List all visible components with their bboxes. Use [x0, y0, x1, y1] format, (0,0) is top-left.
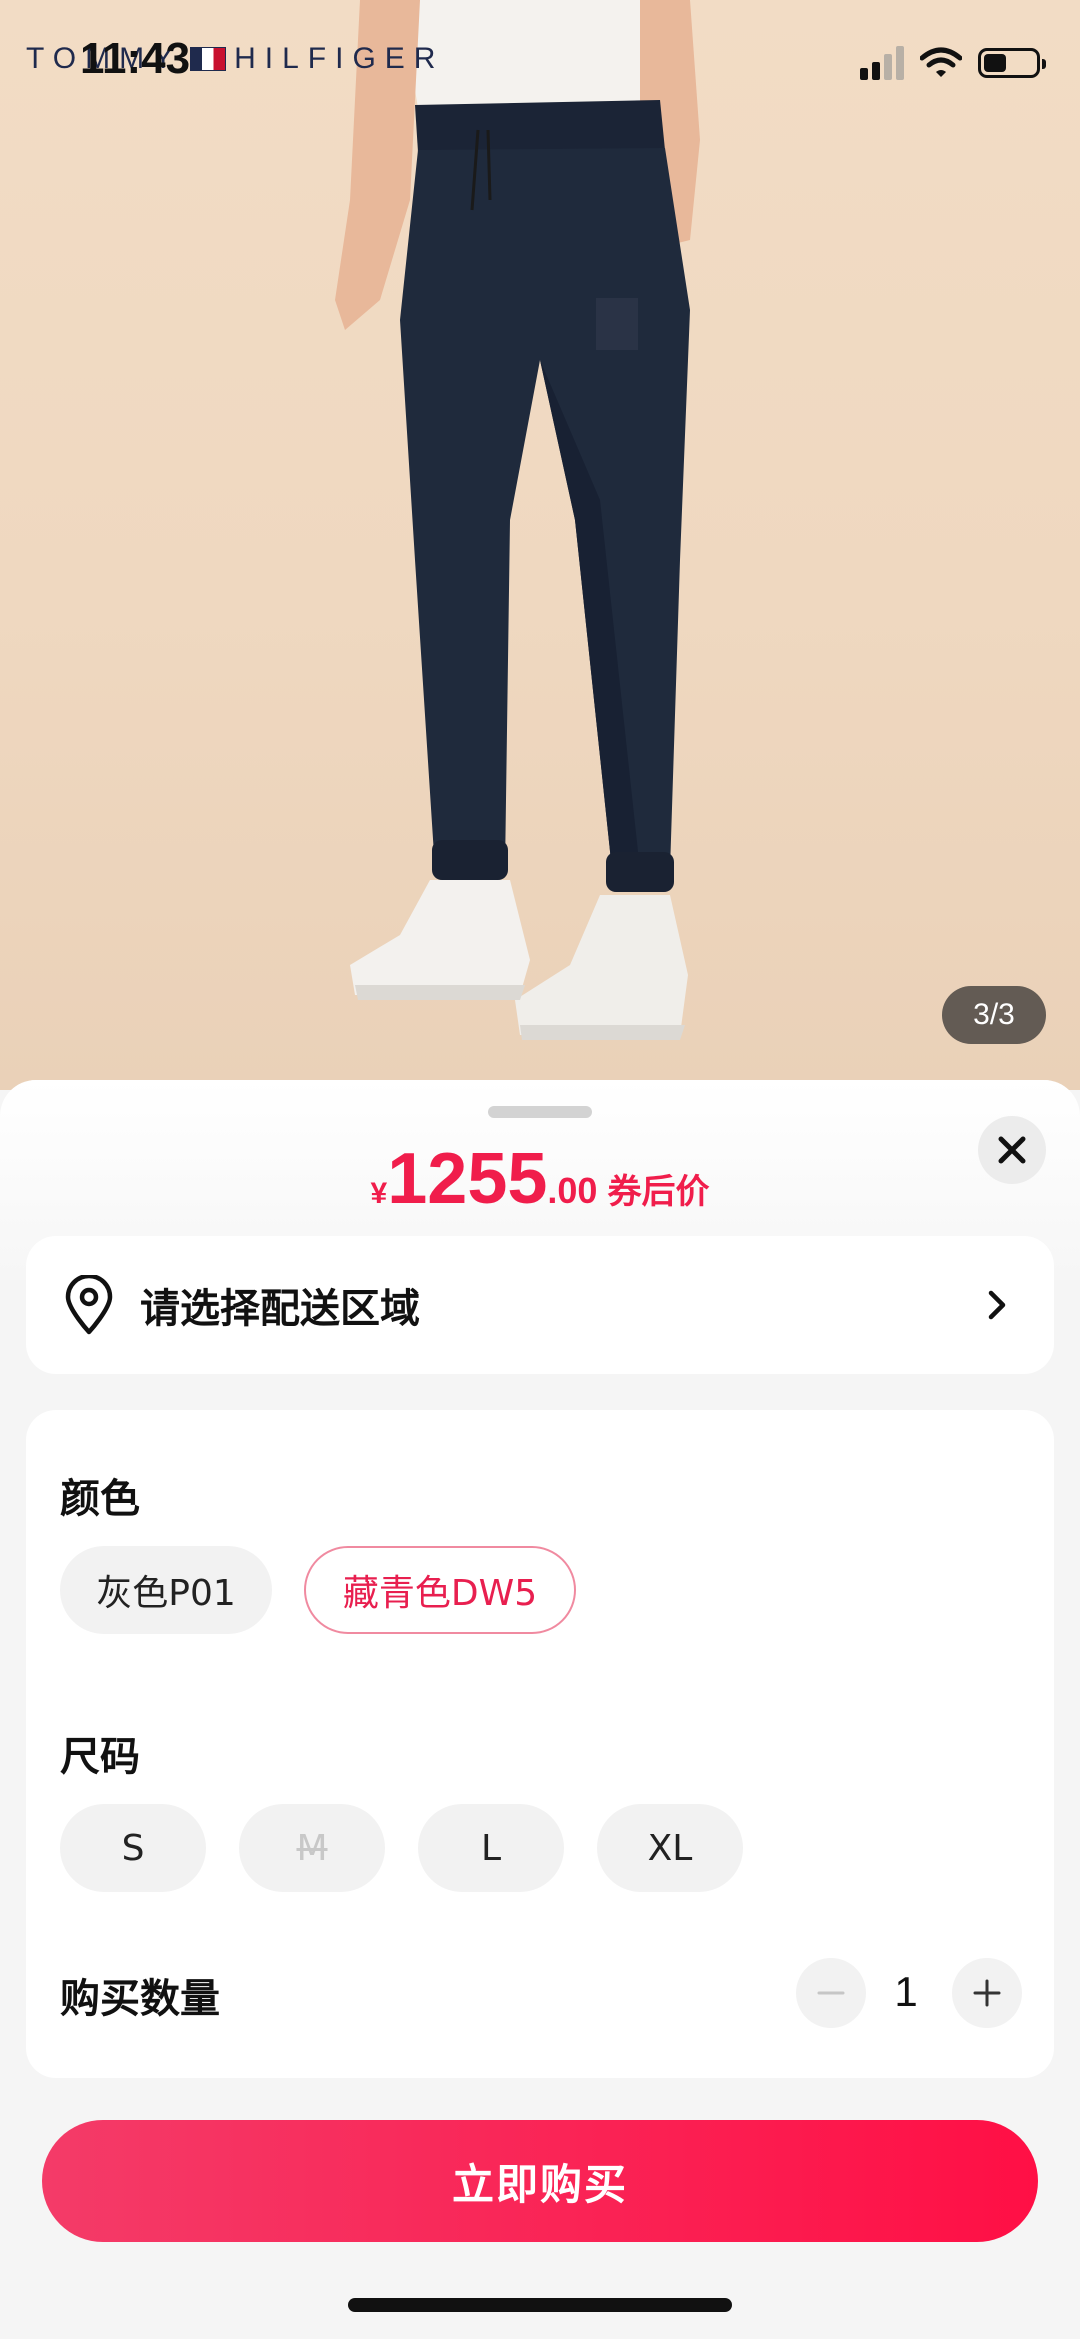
- status-icons: [860, 46, 1046, 80]
- buy-now-button[interactable]: 立即购买: [42, 2120, 1038, 2242]
- minus-icon: [817, 1991, 845, 1995]
- quantity-section-title: 购买数量: [60, 1976, 220, 2022]
- size-option-xl[interactable]: XL: [597, 1804, 743, 1892]
- price-decimal: .00: [547, 1170, 598, 1211]
- quantity-value[interactable]: 1: [876, 1968, 936, 2016]
- size-section-title: 尺码: [60, 1734, 140, 1780]
- plus-icon: [973, 1979, 1001, 2007]
- size-option-m[interactable]: M: [239, 1804, 385, 1892]
- price-note: 券后价: [607, 1172, 710, 1212]
- product-image-gallery[interactable]: TOMMY HILFIGER 11:43 3/3: [0, 0, 1080, 1090]
- color-option-navy[interactable]: 藏青色DW5: [304, 1546, 576, 1634]
- brand-logo-right: HILFIGER: [234, 42, 445, 75]
- delivery-area-label: 请选择配送区域: [140, 1286, 420, 1332]
- color-section-title: 颜色: [60, 1476, 140, 1522]
- wifi-icon: [920, 47, 962, 77]
- sheet-grabber[interactable]: [488, 1106, 592, 1118]
- product-photo: [335, 0, 700, 1040]
- delivery-area-selector[interactable]: 请选择配送区域: [26, 1236, 1054, 1374]
- brand-flag-icon: [190, 47, 227, 71]
- product-spec-screen: TOMMY HILFIGER 11:43 3/3 ¥1255.00 券后价 请选…: [0, 0, 1080, 2339]
- color-option-gray[interactable]: 灰色P01: [60, 1546, 272, 1634]
- status-time: 11:43: [80, 34, 191, 83]
- quantity-decrease-button[interactable]: [796, 1958, 866, 2028]
- size-option-s[interactable]: S: [60, 1804, 206, 1892]
- location-pin-icon: [65, 1275, 113, 1335]
- home-indicator[interactable]: [348, 2298, 732, 2312]
- price-integer: 1255: [387, 1139, 548, 1219]
- price-currency: ¥: [370, 1177, 388, 1210]
- size-option-l[interactable]: L: [418, 1804, 564, 1892]
- spec-options-card: 颜色 灰色P01 藏青色DW5 尺码 S M L XL 购买数量 1: [26, 1410, 1054, 2078]
- spec-bottom-sheet: ¥1255.00 券后价 请选择配送区域 颜色 灰色P01 藏青色DW5 尺码 S…: [0, 1080, 1080, 2339]
- cellular-signal-icon: [860, 46, 904, 80]
- chevron-right-icon: [988, 1290, 1006, 1320]
- price-display: ¥1255.00 券后价: [0, 1138, 1080, 1220]
- gallery-page-indicator: 3/3: [942, 986, 1046, 1044]
- quantity-increase-button[interactable]: [952, 1958, 1022, 2028]
- battery-icon: [978, 48, 1046, 78]
